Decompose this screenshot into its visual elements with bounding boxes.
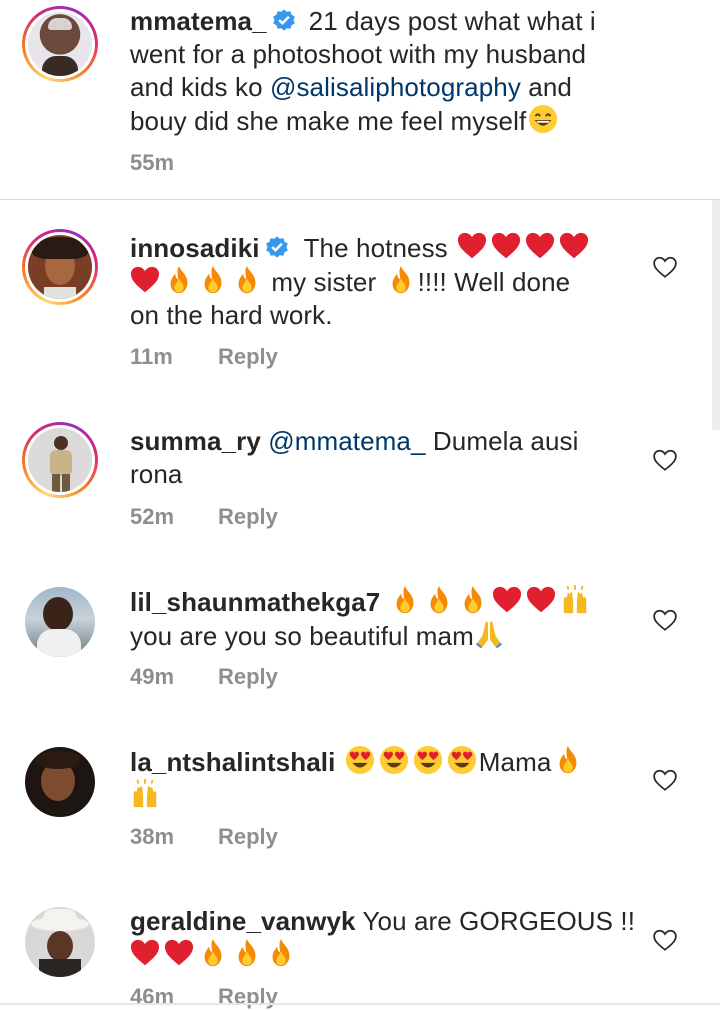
fire-emoji [424, 585, 454, 615]
avatar-geraldine-vanwyk[interactable] [22, 904, 98, 980]
caption-mention[interactable]: @salisaliphotography [270, 72, 521, 102]
reply-button[interactable]: Reply [218, 664, 278, 689]
comment-text: You are GORGEOUS !! [362, 906, 636, 936]
red-heart-emoji [559, 231, 589, 261]
post-caption: mmatema_ 21 days post what what i went fo… [0, 0, 720, 199]
reply-button[interactable]: Reply [218, 504, 278, 529]
praying-hands-emoji [474, 619, 504, 649]
caption-line-3b: and [520, 72, 572, 102]
fire-emoji [232, 938, 262, 968]
comment-body: lil_shaunmathekga7 you are you so beauti… [130, 585, 592, 653]
comment-username[interactable]: lil_shaunmathekga7 [130, 587, 380, 617]
comment-mention[interactable]: @mmatema_ [268, 426, 425, 456]
red-heart-emoji [492, 585, 522, 615]
heart-eyes-emoji [345, 745, 375, 775]
comment-text: The hotness [303, 233, 448, 263]
heart-outline-icon[interactable] [652, 254, 678, 280]
comment-body: la_ntshalintshali Mama [130, 745, 585, 813]
red-heart-emoji [130, 265, 160, 295]
raising-hands-emoji [130, 779, 160, 809]
avatar-summa-ry[interactable] [22, 422, 98, 498]
comment-text: Mama [478, 747, 552, 777]
avatar-la-ntshalintshali[interactable] [22, 744, 98, 820]
red-heart-emoji [525, 231, 555, 261]
comment-text: you are you so beautiful mam [130, 621, 474, 651]
scrollbar[interactable] [712, 200, 720, 430]
caption-line-4: bouy did she make me feel myself [130, 106, 527, 136]
fire-emoji [198, 938, 228, 968]
comment-username[interactable]: innosadiki [130, 233, 260, 263]
red-heart-emoji [130, 938, 160, 968]
comment-timestamp: 38m [130, 824, 175, 849]
comment-timestamp: 11m [130, 344, 173, 369]
bottom-divider [0, 1003, 720, 1005]
comment-timestamp: 52m [130, 504, 175, 529]
fire-emoji [266, 938, 296, 968]
heart-outline-icon[interactable] [652, 927, 678, 953]
fire-emoji [232, 265, 262, 295]
comment-meta: 52m Reply [130, 504, 278, 530]
comment-text: Dumela ausi [425, 426, 579, 456]
caption-line-1: 21 days post what what i [308, 6, 596, 36]
comment-text: on the hard work. [130, 300, 333, 330]
comment-username[interactable]: geraldine_vanwyk [130, 906, 356, 936]
comment-username[interactable]: la_ntshalintshali [130, 747, 335, 777]
red-heart-emoji [526, 585, 556, 615]
caption-line-3a: and kids ko [130, 72, 270, 102]
comment-text: my sister [271, 267, 377, 297]
comment-username[interactable]: summa_ry [130, 426, 261, 456]
fire-emoji [198, 265, 228, 295]
red-heart-emoji [491, 231, 521, 261]
caption-meta: 55m [130, 150, 174, 176]
avatar-lil-shaunmathekga7[interactable] [22, 584, 98, 660]
avatar-innosadiki[interactable] [22, 229, 98, 305]
comment-meta: 46m Reply [130, 984, 278, 1010]
heart-outline-icon[interactable] [652, 607, 678, 633]
fire-emoji [458, 585, 488, 615]
reply-button[interactable]: Reply [218, 824, 278, 849]
caption-username[interactable]: mmatema_ [130, 6, 267, 36]
red-heart-emoji [457, 231, 487, 261]
comment-body: summa_ry @mmatema_ Dumela ausi rona [130, 425, 579, 491]
fire-emoji [164, 265, 194, 295]
comment-text: !!!! Well done [417, 267, 571, 297]
caption-timestamp: 55m [130, 150, 175, 175]
comment-text: rona [130, 459, 183, 489]
heart-outline-icon[interactable] [652, 767, 678, 793]
heart-eyes-emoji [379, 745, 409, 775]
reply-button[interactable]: Reply [218, 984, 278, 1009]
fire-emoji [553, 745, 583, 775]
verified-badge-icon [272, 9, 295, 31]
fire-emoji [386, 265, 416, 295]
red-heart-emoji [164, 938, 194, 968]
comment-meta: 11m Reply [130, 344, 278, 370]
comment-meta: 38m Reply [130, 824, 278, 850]
avatar-mmatema[interactable] [22, 6, 98, 82]
heart-outline-icon[interactable] [652, 447, 678, 473]
reply-button[interactable]: Reply [218, 344, 278, 369]
comment-timestamp: 49m [130, 664, 175, 689]
comment-body: geraldine_vanwyk You are GORGEOUS !! [130, 905, 635, 972]
comment-body: innosadiki The hotness my sister !!!! Wel… [130, 231, 591, 332]
caption-divider [0, 199, 720, 200]
comment-meta: 49m Reply [130, 664, 278, 690]
heart-eyes-emoji [413, 745, 443, 775]
caption-text: mmatema_ 21 days post what what i went fo… [130, 5, 596, 138]
comment-timestamp: 46m [130, 984, 175, 1009]
fire-emoji [390, 585, 420, 615]
raising-hands-emoji [560, 585, 590, 615]
heart-eyes-emoji [447, 745, 477, 775]
grinning-emoji [528, 104, 558, 134]
verified-badge-icon [265, 236, 288, 258]
caption-line-2: went for a photoshoot with my husband [130, 39, 587, 69]
